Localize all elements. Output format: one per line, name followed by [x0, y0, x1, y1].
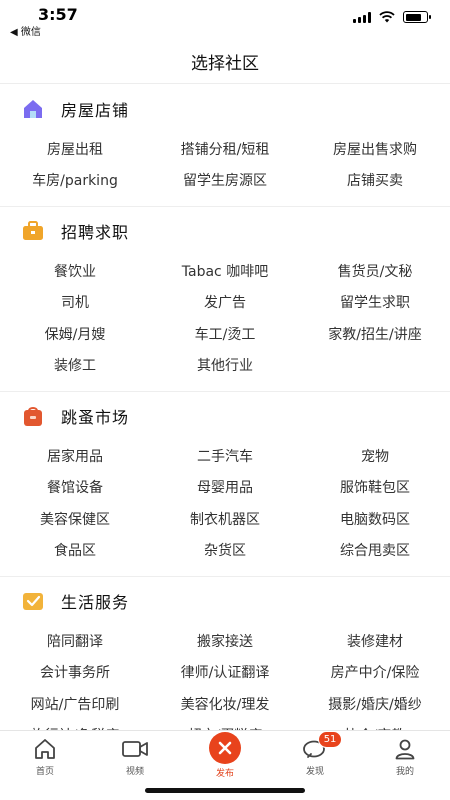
category-item[interactable]: 律师/认证翻译 [150, 657, 300, 689]
tab-discover-label: 发现 [305, 767, 324, 777]
wifi-icon [379, 11, 395, 23]
category-item[interactable]: 居家用品 [0, 440, 150, 472]
back-to-wechat-link[interactable]: ◀ 微信 [10, 23, 41, 38]
category-item[interactable]: 超市/蛋糕店 [150, 720, 300, 730]
section-3: 生活服务陪同翻译 搬家接送 装修建材会计事务所 律师/认证翻译 房产中介/保险网站/广告… [0, 577, 450, 730]
tab-publish[interactable]: 发布 [180, 731, 270, 780]
section-1: 招聘求职餐饮业 Tabac 咖啡吧 售货员/文秘司机 发广告 留学生求职保姆/月嫂 车工/… [0, 207, 450, 392]
status-time: 3:57 [38, 5, 78, 24]
briefcase-icon [22, 220, 44, 242]
category-item[interactable]: 装修工 [0, 350, 150, 382]
category-item[interactable]: 美容保健区 [0, 503, 150, 535]
category-item[interactable]: 网站/广告印刷 [0, 688, 150, 720]
category-item[interactable]: 房产中介/保险 [300, 657, 450, 689]
service-icon [22, 590, 44, 612]
tab-home-label: 首页 [35, 767, 54, 777]
tab-profile[interactable]: 我的 [360, 731, 450, 780]
profile-icon [393, 736, 417, 762]
publish-icon [209, 732, 241, 764]
tab-profile-label: 我的 [395, 767, 414, 777]
category-item[interactable]: 装修建材 [300, 625, 450, 657]
section-header: 生活服务 [0, 577, 450, 625]
category-item[interactable]: 车工/烫工 [150, 318, 300, 350]
category-item[interactable]: 售货员/文秘 [300, 255, 450, 287]
category-item[interactable]: 服饰鞋包区 [300, 472, 450, 504]
category-item[interactable]: 搬家接送 [150, 625, 300, 657]
category-item[interactable]: 宠物 [300, 440, 450, 472]
category-item[interactable]: 店铺买卖 [300, 165, 450, 197]
section-title: 生活服务 [61, 593, 130, 612]
category-item[interactable]: 制衣机器区 [150, 503, 300, 535]
category-item[interactable]: 司机 [0, 287, 150, 319]
category-item[interactable]: 电脑数码区 [300, 503, 450, 535]
category-item[interactable]: 其他行业 [150, 350, 300, 382]
home-icon [33, 736, 57, 762]
tab-discover[interactable]: 51 发现 [270, 731, 360, 780]
category-item[interactable]: 母婴用品 [150, 472, 300, 504]
video-icon [121, 736, 149, 762]
category-grid: 居家用品 二手汽车 宠物餐馆设备 母婴用品 服饰鞋包区美容保健区 制衣机器区 电脑数码区食品… [0, 440, 450, 566]
signal-icon [353, 11, 371, 23]
category-item[interactable]: 餐馆设备 [0, 472, 150, 504]
category-item[interactable]: 留学生求职 [300, 287, 450, 319]
section-header: 招聘求职 [0, 207, 450, 255]
section-title: 招聘求职 [61, 223, 130, 242]
tab-home[interactable]: 首页 [0, 731, 90, 780]
bag-icon [22, 405, 44, 427]
category-grid: 房屋出租 搭铺分租/短租 房屋出售求购车房/parking 留学生房源区 店铺买卖 [0, 133, 450, 196]
home-indicator [145, 788, 305, 793]
discover-badge: 51 [317, 731, 343, 748]
tab-video[interactable]: 视频 [90, 731, 180, 780]
status-bar: 3:57 ◀ 微信 [0, 0, 450, 40]
section-2: 跳蚤市场居家用品 二手汽车 宠物餐馆设备 母婴用品 服饰鞋包区美容保健区 制衣机器区 电脑数… [0, 392, 450, 577]
category-item[interactable]: 发广告 [150, 287, 300, 319]
bottom-tab-bar: 首页 视频 发布 51 发现 我的 [0, 730, 450, 780]
category-item[interactable]: 家教/招生/讲座 [300, 318, 450, 350]
section-title: 跳蚤市场 [61, 408, 130, 427]
category-item[interactable]: 综合甩卖区 [300, 535, 450, 567]
page-title: 选择社区 [191, 54, 259, 74]
section-title: 房屋店铺 [61, 101, 130, 120]
category-item[interactable]: Tabac 咖啡吧 [150, 255, 300, 287]
category-item[interactable]: 旅行社/免税店 [0, 720, 150, 730]
battery-icon [403, 11, 431, 23]
category-item[interactable]: 美容化妆/理发 [150, 688, 300, 720]
category-item[interactable]: 保姆/月嫂 [0, 318, 150, 350]
category-item[interactable]: 摄影/婚庆/婚纱 [300, 688, 450, 720]
category-grid: 陪同翻译 搬家接送 装修建材会计事务所 律师/认证翻译 房产中介/保险网站/广告印刷 美容… [0, 625, 450, 730]
category-item[interactable]: 陪同翻译 [0, 625, 150, 657]
category-item[interactable]: 房屋出租 [0, 133, 150, 165]
category-item[interactable]: 留学生房源区 [150, 165, 300, 197]
category-item[interactable]: 杂货区 [150, 535, 300, 567]
category-item[interactable]: 餐饮业 [0, 255, 150, 287]
category-item[interactable]: 车房/parking [0, 165, 150, 197]
section-0: 房屋店铺房屋出租 搭铺分租/短租 房屋出售求购车房/parking 留学生房源区 店铺买… [0, 85, 450, 207]
category-item[interactable]: 搭铺分租/短租 [150, 133, 300, 165]
tab-video-label: 视频 [125, 767, 144, 777]
house-icon [22, 98, 44, 120]
category-grid: 餐饮业 Tabac 咖啡吧 售货员/文秘司机 发广告 留学生求职保姆/月嫂 车工/烫工 家教… [0, 255, 450, 381]
section-header: 跳蚤市场 [0, 392, 450, 440]
status-icons [353, 11, 431, 23]
nav-header: 选择社区 [0, 40, 450, 84]
category-item[interactable]: 协会/宗教 [300, 720, 450, 730]
category-item[interactable]: 房屋出售求购 [300, 133, 450, 165]
section-header: 房屋店铺 [0, 85, 450, 133]
community-list[interactable]: 房屋店铺房屋出租 搭铺分租/短租 房屋出售求购车房/parking 留学生房源区 店铺买… [0, 85, 450, 730]
category-item[interactable]: 会计事务所 [0, 657, 150, 689]
category-item[interactable]: 二手汽车 [150, 440, 300, 472]
tab-publish-label: 发布 [215, 769, 234, 779]
category-item[interactable]: 食品区 [0, 535, 150, 567]
